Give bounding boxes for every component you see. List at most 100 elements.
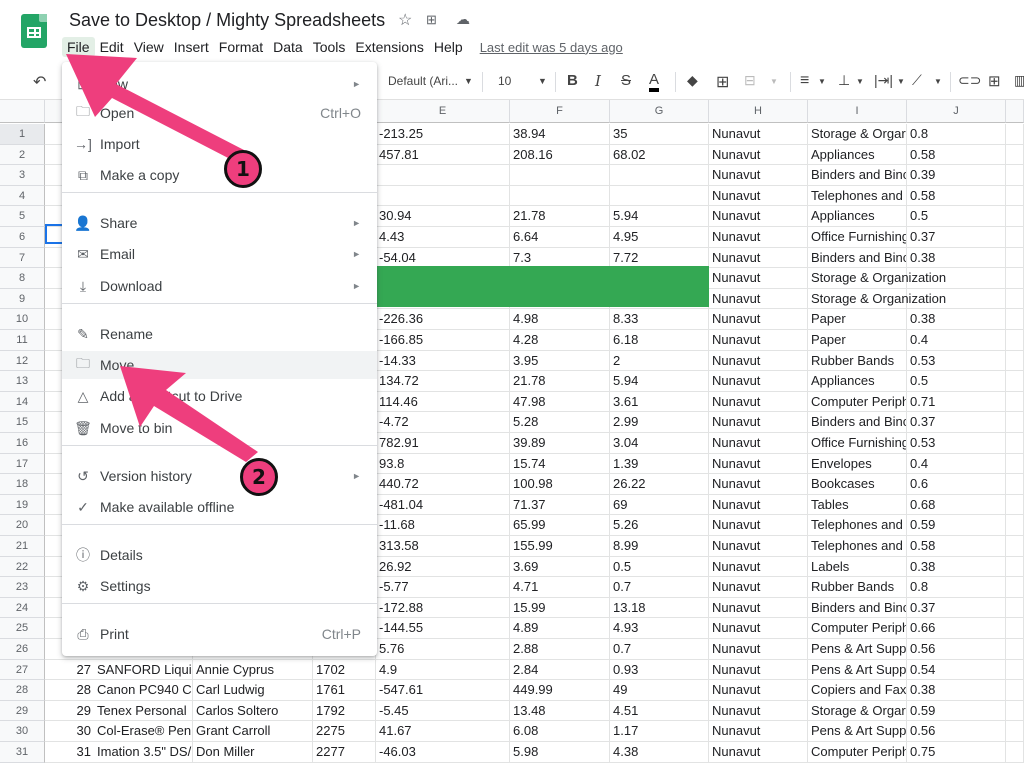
menu-insert[interactable]: Insert [169, 37, 214, 57]
cell-i[interactable]: Appliances [808, 206, 907, 227]
row-header[interactable]: 1 [0, 124, 45, 145]
font-size-select[interactable]: 10 [498, 74, 511, 88]
cell-h[interactable]: Nunavut [709, 597, 808, 619]
row-header[interactable]: 26 [0, 639, 45, 660]
menu-help[interactable]: Help [429, 37, 468, 57]
cell-i[interactable]: Storage & Organization [808, 268, 946, 289]
cell-i[interactable]: Telephones and [808, 536, 907, 557]
row-header[interactable]: 2 [0, 144, 45, 166]
cell-g[interactable]: 0.7 [610, 577, 709, 598]
cell-j[interactable]: 0.58 [907, 536, 1006, 557]
cell-left-a[interactable]: 30 [45, 721, 95, 742]
cell-f[interactable]: 5.28 [510, 412, 610, 433]
column-header-h[interactable]: H [709, 100, 808, 123]
row-header[interactable]: 23 [0, 577, 45, 598]
cell-i[interactable]: Appliances [808, 144, 907, 166]
row-header[interactable]: 13 [0, 371, 45, 392]
sheets-logo-icon[interactable] [21, 14, 47, 48]
text-color-button[interactable]: A [649, 72, 660, 92]
cell-j[interactable]: 0.56 [907, 721, 1006, 742]
cell-e[interactable]: -11.68 [376, 515, 510, 536]
cell-left-c[interactable]: Carlos Soltero [193, 700, 313, 722]
cell-f[interactable]: 5.98 [510, 742, 610, 763]
cell-i[interactable]: Office Furnishing [808, 227, 907, 248]
cell-left-a[interactable]: 29 [45, 700, 95, 722]
menu-data[interactable]: Data [268, 37, 308, 57]
menu-edit[interactable]: Edit [95, 37, 129, 57]
cell-h[interactable]: Nunavut [709, 144, 808, 166]
cell-g[interactable]: 1.39 [610, 453, 709, 475]
row-header[interactable]: 11 [0, 330, 45, 351]
comment-icon[interactable]: ⊞ [988, 72, 1001, 90]
cell-i[interactable]: Office Furnishing [808, 433, 907, 454]
cell-k[interactable] [1006, 206, 1024, 227]
cell-g[interactable]: 3.61 [610, 391, 709, 413]
row-header[interactable]: 29 [0, 700, 45, 722]
row-header[interactable]: 27 [0, 659, 45, 681]
cell-h[interactable]: Nunavut [709, 721, 808, 742]
cell-k[interactable] [1006, 124, 1024, 145]
cell-j[interactable]: 0.53 [907, 433, 1006, 454]
cell-j[interactable]: 0.38 [907, 680, 1006, 701]
cell-e[interactable]: 4.43 [376, 227, 510, 248]
cell-left-d[interactable]: 1792 [313, 700, 376, 722]
cell-j[interactable]: 0.66 [907, 618, 1006, 639]
cell-g[interactable]: 5.94 [610, 206, 709, 227]
file-menu-item-new[interactable]: ⊞ New ► [62, 70, 377, 98]
cell-j[interactable]: 0.37 [907, 412, 1006, 433]
file-menu-item-rename[interactable]: ✎ Rename [62, 320, 377, 348]
cell-h[interactable]: Nunavut [709, 536, 808, 557]
cell-left-d[interactable]: 1702 [313, 659, 376, 681]
cell-h[interactable]: Nunavut [709, 288, 808, 310]
cell-e[interactable]: 134.72 [376, 371, 510, 392]
cell-j[interactable]: 0.4 [907, 453, 1006, 475]
bold-button[interactable]: B [567, 72, 578, 89]
menu-extensions[interactable]: Extensions [350, 37, 428, 57]
cell-k[interactable] [1006, 371, 1024, 392]
cell-k[interactable] [1006, 536, 1024, 557]
column-header-g[interactable]: G [610, 100, 709, 123]
star-icon[interactable]: ☆ [398, 10, 412, 30]
cell-j[interactable]: 0.58 [907, 144, 1006, 166]
cell-h[interactable]: Nunavut [709, 494, 808, 516]
cell-f[interactable] [510, 165, 610, 186]
cell-g[interactable]: 0.93 [610, 659, 709, 681]
chevron-down-icon[interactable]: ▼ [538, 76, 547, 86]
cell-k[interactable] [1006, 556, 1024, 578]
cell-i[interactable]: Appliances [808, 371, 907, 392]
cell-g[interactable]: 8.99 [610, 536, 709, 557]
cell-k[interactable] [1006, 412, 1024, 433]
row-header[interactable]: 28 [0, 680, 45, 701]
cell-j[interactable]: 0.58 [907, 185, 1006, 207]
file-menu-item-version-history[interactable]: ↺ Version history ► [62, 462, 377, 490]
italic-button[interactable]: I [595, 72, 601, 90]
strikethrough-button[interactable]: S [621, 72, 631, 89]
menu-file[interactable]: File [62, 37, 95, 57]
cell-j[interactable]: 0.6 [907, 474, 1006, 495]
text-rotation-icon[interactable]: ⟋ [912, 72, 922, 89]
cell-k[interactable] [1006, 144, 1024, 166]
chevron-down-icon[interactable]: ▼ [856, 77, 864, 86]
cell-e[interactable]: -213.25 [376, 124, 510, 145]
cell-f[interactable]: 65.99 [510, 515, 610, 536]
cell-f[interactable]: 2.88 [510, 639, 610, 660]
cell-left-b[interactable]: Col-Erase® Pen [94, 721, 193, 742]
cell-k[interactable] [1006, 577, 1024, 598]
cell-f[interactable]: 100.98 [510, 474, 610, 495]
cell-i[interactable]: Paper [808, 330, 907, 351]
cell-k[interactable] [1006, 391, 1024, 413]
borders-icon[interactable]: ⊞ [716, 72, 729, 92]
chevron-down-icon[interactable]: ▼ [934, 77, 942, 86]
row-header[interactable]: 7 [0, 247, 45, 269]
cell-f[interactable]: 6.64 [510, 227, 610, 248]
cell-h[interactable]: Nunavut [709, 371, 808, 392]
cell-f[interactable]: 39.89 [510, 433, 610, 454]
cell-i[interactable]: Bookcases [808, 474, 907, 495]
row-header[interactable]: 12 [0, 350, 45, 372]
cell-left-c[interactable]: Annie Cyprus [193, 659, 313, 681]
cell-f[interactable]: 15.74 [510, 453, 610, 475]
cell-g[interactable]: 4.38 [610, 742, 709, 763]
cell-h[interactable]: Nunavut [709, 556, 808, 578]
cell-j[interactable]: 0.38 [907, 247, 1006, 269]
cell-j[interactable]: 0.59 [907, 515, 1006, 536]
